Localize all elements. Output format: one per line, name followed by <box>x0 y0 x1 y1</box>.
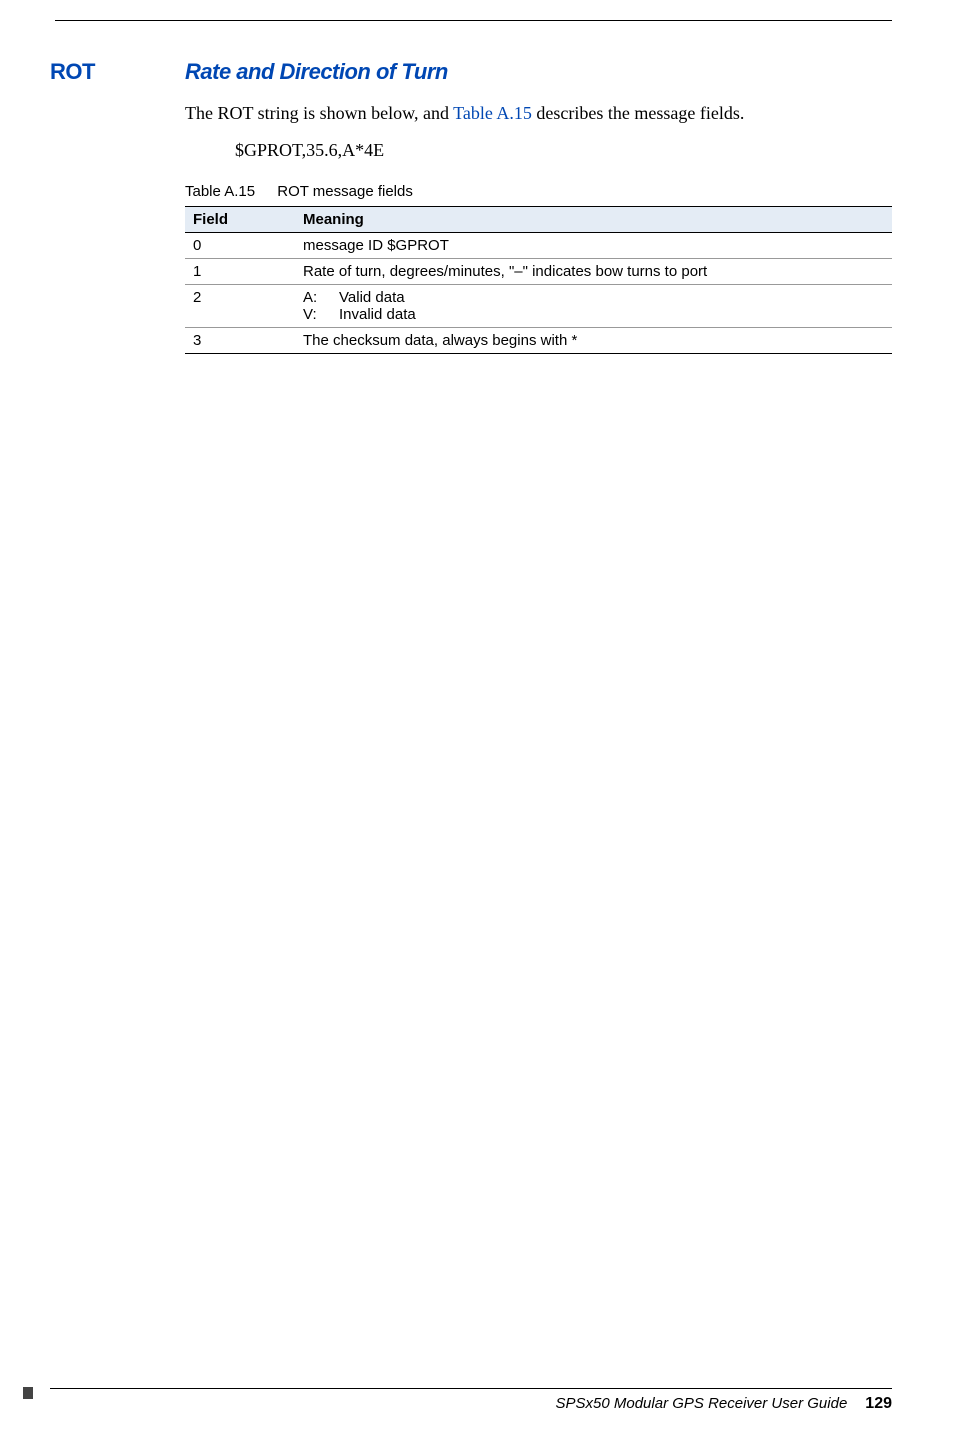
table-row: 1 Rate of turn, degrees/minutes, "–" ind… <box>185 259 892 285</box>
intro-text-pre: The ROT string is shown below, and <box>185 103 453 123</box>
rot-fields-table: Field Meaning 0 message ID $GPROT 1 Rate… <box>185 206 892 354</box>
cell-field: 2 <box>185 285 295 328</box>
intro-paragraph: The ROT string is shown below, and Table… <box>185 101 892 126</box>
section-heading: ROT Rate and Direction of Turn <box>50 59 892 85</box>
table-row: 2 A: Valid data V: Invalid data <box>185 285 892 328</box>
cell-meaning: message ID $GPROT <box>295 233 892 259</box>
subrow-value: Valid data <box>339 289 405 306</box>
table-reference-link[interactable]: Table A.15 <box>453 103 532 123</box>
table-header-field: Field <box>185 207 295 233</box>
example-string: $GPROT,35.6,A*4E <box>235 140 892 161</box>
subrow-key: A: <box>303 289 339 306</box>
section-abbrev: ROT <box>50 59 185 85</box>
footer-page-number: 129 <box>865 1395 892 1413</box>
table-caption-title: ROT message fields <box>277 183 413 200</box>
header-rule <box>55 20 892 21</box>
meaning-subrow: V: Invalid data <box>303 306 884 323</box>
intro-text-post: describes the message fields. <box>532 103 744 123</box>
cell-meaning: The checksum data, always begins with * <box>295 328 892 354</box>
cell-field: 3 <box>185 328 295 354</box>
table-row: 3 The checksum data, always begins with … <box>185 328 892 354</box>
table-row: 0 message ID $GPROT <box>185 233 892 259</box>
cell-field: 0 <box>185 233 295 259</box>
meaning-subrow: A: Valid data <box>303 289 884 306</box>
footer-document-title: SPSx50 Modular GPS Receiver User Guide <box>556 1395 848 1412</box>
subrow-key: V: <box>303 306 339 323</box>
subrow-value: Invalid data <box>339 306 416 323</box>
table-caption: Table A.15 ROT message fields <box>185 183 892 200</box>
table-header-row: Field Meaning <box>185 207 892 233</box>
table-caption-label: Table A.15 <box>185 183 255 200</box>
page-footer: SPSx50 Modular GPS Receiver User Guide 1… <box>50 1388 892 1413</box>
page-content: ROT Rate and Direction of Turn The ROT s… <box>50 31 892 354</box>
section-title: Rate and Direction of Turn <box>185 59 448 85</box>
cell-meaning: Rate of turn, degrees/minutes, "–" indic… <box>295 259 892 285</box>
cell-field: 1 <box>185 259 295 285</box>
cell-meaning: A: Valid data V: Invalid data <box>295 285 892 328</box>
footer-marker-icon <box>23 1387 33 1399</box>
table-header-meaning: Meaning <box>295 207 892 233</box>
